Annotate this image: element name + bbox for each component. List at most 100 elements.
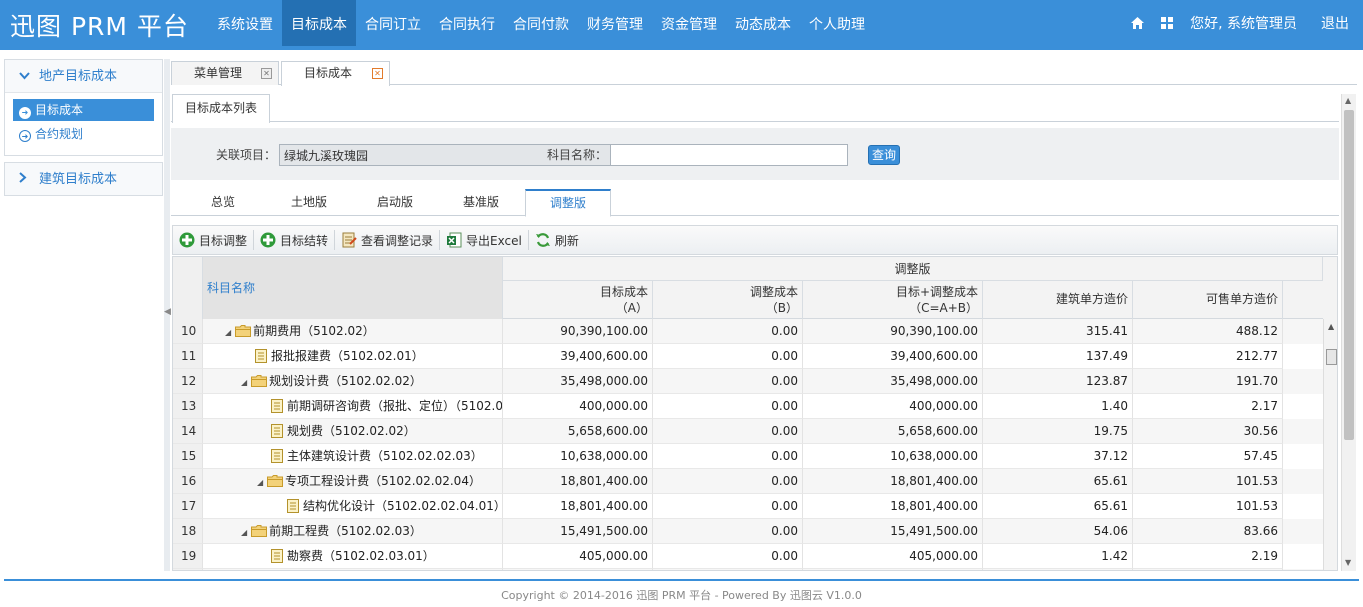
expand-triangle-icon[interactable]: ◢ <box>241 370 247 393</box>
sub-tab-bar: 目标成本列表 <box>171 94 1339 123</box>
target-adjust-button[interactable]: 目标调整 <box>173 225 253 255</box>
subject-name-cell: ◢ 专项工程设计费（5102.02.02.04） <box>203 469 503 494</box>
subject-name: 规划费（5102.02.02） <box>287 424 416 438</box>
table-row[interactable]: 14 规划费（5102.02.02） 5,658,600.00 0.00 5,658,6… <box>173 419 1323 444</box>
table-row[interactable]: 18 ◢ 前期工程费（5102.02.03） 15,491,500.00 0.00 15,… <box>173 519 1323 544</box>
column-header[interactable]: 调整成本 （B） <box>653 281 803 319</box>
subject-label: 科目名称： <box>547 148 608 162</box>
view-adjust-records-button[interactable]: 查看调整记录 <box>335 225 439 255</box>
project-label: 关联项目： <box>216 148 277 162</box>
value-cell-c: 90,390,100.00 <box>803 319 983 344</box>
tab-overview[interactable]: 总览 <box>171 189 275 216</box>
sidebar-splitter[interactable]: ◀ <box>164 59 171 571</box>
expand-triangle-icon[interactable]: ◢ <box>241 520 247 543</box>
scrollbar-thumb[interactable] <box>1326 349 1337 365</box>
row-number: 19 <box>173 544 203 569</box>
table-row[interactable]: 12 ◢ 规划设计费（5102.02.02） 35,498,000.00 0.00 35,… <box>173 369 1323 394</box>
sidebar-group-estate: 地产目标成本 ➜ 目标成本 ➜ 合约规划 <box>4 59 163 156</box>
nav-item[interactable]: 系统设置 <box>208 0 282 46</box>
nav-item[interactable]: 目标成本 <box>282 0 356 46</box>
value-cell-b: 0.00 <box>653 319 803 344</box>
value-cell-c: 405,000.00 <box>803 544 983 569</box>
column-header-formula: （B） <box>765 301 798 315</box>
close-icon[interactable]: ✕ <box>372 68 383 79</box>
value-cell-c: 18,801,400.00 <box>803 469 983 494</box>
close-icon[interactable]: ✕ <box>261 68 272 79</box>
logout-link[interactable]: 退出 <box>1321 13 1349 33</box>
toolbar-label: 刷新 <box>554 233 579 248</box>
app-logo: 迅图 PRM 平台 <box>10 12 189 41</box>
sidebar-group-building-header[interactable]: 建筑目标成本 <box>5 163 162 195</box>
column-header-title: 目标成本 <box>599 285 648 299</box>
document-icon <box>271 397 283 413</box>
tab-baseline-version[interactable]: 基准版 <box>438 189 524 216</box>
nav-item[interactable]: 合同付款 <box>504 0 578 46</box>
row-number: 18 <box>173 519 203 544</box>
column-header[interactable]: 目标成本 （A） <box>503 281 653 319</box>
header-right: 您好, 系统管理员 退出 <box>1130 0 1363 46</box>
tab-target-cost-list[interactable]: 目标成本列表 <box>172 94 271 123</box>
table-row[interactable]: 17 结构优化设计（5102.02.02.04.01） 18,801,400.00 0… <box>173 494 1323 519</box>
column-header[interactable]: 建筑单方造价 <box>983 281 1133 319</box>
home-icon[interactable] <box>1130 17 1144 29</box>
nav-item[interactable]: 动态成本 <box>726 0 800 46</box>
page-scrollbar[interactable]: ▲ ▼ <box>1341 94 1356 571</box>
value-cell-b <box>653 569 803 570</box>
row-number: 14 <box>173 419 203 444</box>
tab-start-version[interactable]: 启动版 <box>352 189 438 216</box>
value-cell-d: 1.40 <box>983 394 1133 419</box>
subject-name-cell: 规划费（5102.02.02） <box>203 419 503 444</box>
table-row[interactable]: 15 主体建筑设计费（5102.02.02.03） 10,638,000.00 0.0… <box>173 444 1323 469</box>
table-row[interactable]: 19 勘察费（5102.02.03.01） 405,000.00 0.00 405,00… <box>173 544 1323 569</box>
value-cell-c: 5,658,600.00 <box>803 419 983 444</box>
export-excel-button[interactable]: 导出Excel <box>440 225 528 255</box>
tab-adjusted-version[interactable]: 调整版 <box>525 189 611 217</box>
subject-name-header[interactable]: 科目名称 <box>203 257 503 319</box>
value-cell-c: 15,491,500.00 <box>803 519 983 544</box>
user-greeting[interactable]: 您好, 系统管理员 <box>1190 13 1297 33</box>
column-header[interactable]: 可售单方造价 <box>1133 281 1283 319</box>
value-cell-a: 15,491,500.00 <box>503 519 653 544</box>
expand-triangle-icon[interactable]: ◢ <box>225 320 231 343</box>
scroll-up-icon[interactable]: ▲ <box>1345 96 1351 105</box>
value-cell-e <box>1133 569 1283 570</box>
table-row[interactable]: 16 ◢ 专项工程设计费（5102.02.02.04） 18,801,400.00 0.… <box>173 469 1323 494</box>
subject-name-input[interactable] <box>610 144 848 166</box>
nav-item[interactable]: 个人助理 <box>800 0 874 46</box>
refresh-button[interactable]: 刷新 <box>529 225 585 255</box>
table-row[interactable]: 13前期调研咨询费（报批、定位）（5102.02.02.01）400,000.0… <box>173 394 1323 419</box>
nav-item[interactable]: 合同订立 <box>356 0 430 46</box>
query-button[interactable]: 查询 <box>868 145 900 165</box>
table-row[interactable]: 10 ◢ 前期费用（5102.02） 90,390,100.00 0.00 90,390,… <box>173 319 1323 344</box>
subject-name-cell <box>203 569 503 570</box>
value-cell-b: 0.00 <box>653 369 803 394</box>
target-carryover-button[interactable]: 目标结转 <box>254 225 334 255</box>
collapse-arrow-icon[interactable]: ◀ <box>164 307 171 317</box>
value-cell-c: 39,400,600.00 <box>803 344 983 369</box>
scrollbar-thumb[interactable] <box>1344 110 1354 440</box>
footer-copyright: Copyright © 2014-2016 迅图 PRM 平台 - Powere… <box>501 589 862 602</box>
column-header-formula: （A） <box>615 301 648 315</box>
nav-item[interactable]: 资金管理 <box>652 0 726 46</box>
sidebar-group-estate-header[interactable]: 地产目标成本 <box>5 60 162 92</box>
subject-name-cell: ◢ 前期工程费（5102.02.03） <box>203 519 503 544</box>
grid-scrollbar[interactable]: ▲ <box>1323 319 1337 570</box>
scroll-up-icon[interactable]: ▲ <box>1328 322 1334 331</box>
nav-item[interactable]: 财务管理 <box>578 0 652 46</box>
tab-menu-management[interactable]: 菜单管理 ✕ <box>171 61 279 85</box>
row-number: 17 <box>173 494 203 519</box>
scroll-down-icon[interactable]: ▼ <box>1345 558 1351 567</box>
arrow-circle-icon: ➜ <box>19 107 31 119</box>
table-row[interactable]: 11 报批报建费（5102.02.01） 39,400,600.00 0.00 39,4… <box>173 344 1323 369</box>
column-header-formula: （C=A+B） <box>909 301 978 315</box>
tab-land-version[interactable]: 土地版 <box>266 189 352 216</box>
column-header[interactable]: 目标+调整成本 （C=A+B） <box>803 281 983 319</box>
tab-target-cost[interactable]: 目标成本 ✕ <box>281 61 390 86</box>
nav-item[interactable]: 合同执行 <box>430 0 504 46</box>
grid-icon[interactable] <box>1160 17 1174 29</box>
expand-triangle-icon[interactable]: ◢ <box>257 470 263 493</box>
table-row[interactable] <box>173 569 1323 570</box>
subject-name-cell: 报批报建费（5102.02.01） <box>203 344 503 369</box>
sidebar-item-contract-plan[interactable]: ➜ 合约规划 <box>13 123 154 145</box>
sidebar-item-target-cost[interactable]: ➜ 目标成本 <box>13 99 154 121</box>
